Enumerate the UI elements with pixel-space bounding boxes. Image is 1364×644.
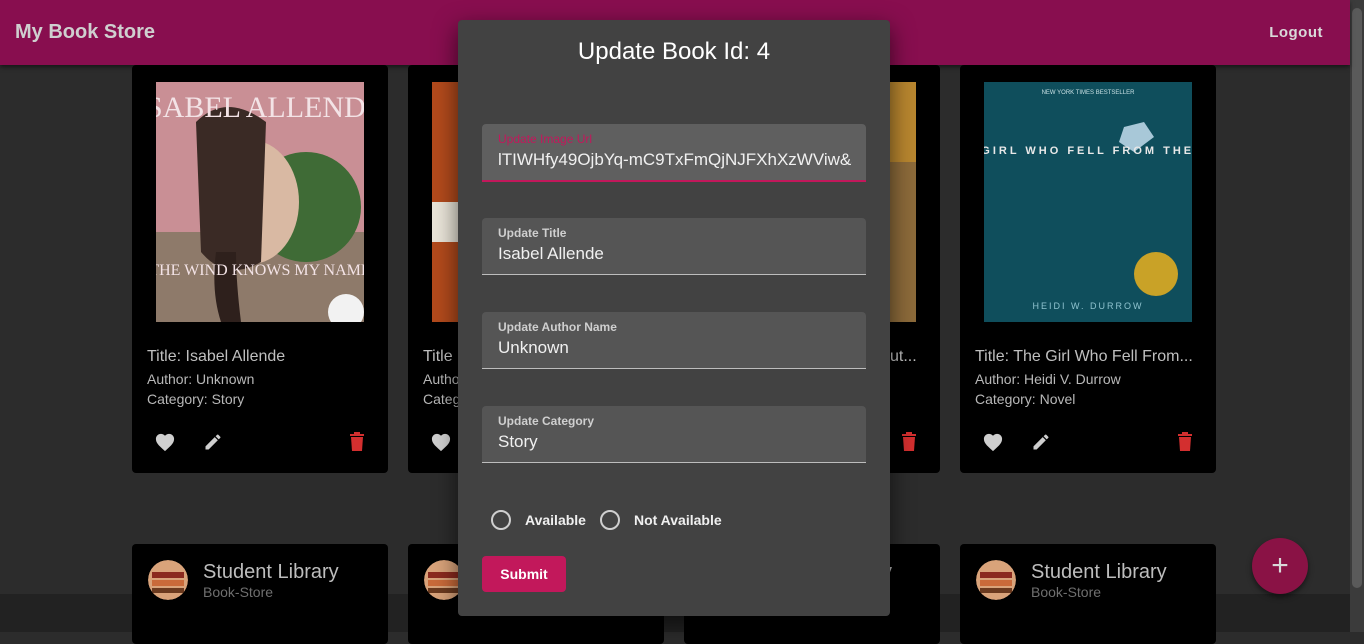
library-card[interactable]: Student Library Book-Store <box>960 544 1216 644</box>
book-category: Category: Novel <box>975 391 1076 407</box>
library-subtitle: Book-Store <box>203 584 274 600</box>
author-field[interactable]: Update Author Name Unknown <box>482 312 866 369</box>
not-available-radio[interactable] <box>599 510 620 530</box>
svg-text:THE WIND KNOWS MY NAME: THE WIND KNOWS MY NAME <box>156 262 364 279</box>
title-input[interactable]: Isabel Allende <box>498 244 852 264</box>
book-title: Title: The Girl Who Fell From... <box>975 348 1193 365</box>
logout-button[interactable]: Logout <box>1269 24 1323 41</box>
library-card[interactable]: Student Library Book-Store <box>132 544 388 644</box>
category-field[interactable]: Update Category Story <box>482 406 866 463</box>
availability-radio-group: Available Not Available <box>491 510 736 530</box>
category-input[interactable]: Story <box>498 432 852 452</box>
edit-pencil-icon[interactable] <box>200 429 226 455</box>
delete-trash-icon[interactable] <box>344 429 370 455</box>
app-title[interactable]: My Book Store <box>15 21 155 44</box>
book-category: Category: Story <box>147 391 245 407</box>
scrollbar-thumb[interactable] <box>1352 8 1362 588</box>
title-label: Update Title <box>498 226 567 240</box>
library-title: Student Library <box>1031 561 1167 583</box>
library-avatar <box>148 560 188 600</box>
book-category: Categ <box>423 391 461 407</box>
title-field[interactable]: Update Title Isabel Allende <box>482 218 866 275</box>
not-available-label[interactable]: Not Available <box>634 512 722 528</box>
image-url-input[interactable]: lTIWHfy49OjbYq-mC9TxFmQjNJFXhXzWViw&s <box>498 150 852 170</box>
book-cover-image: ISABEL ALLENDE THE WIND KNOWS MY NAME <box>156 82 364 322</box>
svg-text:ISABEL ALLENDE: ISABEL ALLENDE <box>156 91 364 124</box>
edit-pencil-icon[interactable] <box>1028 429 1054 455</box>
author-input[interactable]: Unknown <box>498 338 852 358</box>
image-url-label: Update Image Url <box>498 132 593 146</box>
book-title: Title: Isabel Allende <box>147 348 286 365</box>
book-card: NEW YORK TIMES BESTSELLER THE GIRL WHO F… <box>960 65 1216 473</box>
image-url-field[interactable]: Update Image Url lTIWHfy49OjbYq-mC9TxFmQ… <box>482 124 866 182</box>
book-author: Author: Heidi V. Durrow <box>975 371 1121 387</box>
book-card: ISABEL ALLENDE THE WIND KNOWS MY NAME Ti… <box>132 65 388 473</box>
favorite-heart-icon[interactable] <box>428 429 454 455</box>
submit-button[interactable]: Submit <box>482 556 566 592</box>
add-book-fab-button[interactable]: + <box>1252 538 1308 594</box>
svg-text:NEW YORK TIMES BESTSELLER: NEW YORK TIMES BESTSELLER <box>1042 90 1135 96</box>
category-label: Update Category <box>498 414 595 428</box>
update-book-dialog: Update Book Id: 4 Update Image Url lTIWH… <box>458 20 890 616</box>
delete-trash-icon[interactable] <box>896 429 922 455</box>
author-label: Update Author Name <box>498 320 617 334</box>
delete-trash-icon[interactable] <box>1172 429 1198 455</box>
favorite-heart-icon[interactable] <box>980 429 1006 455</box>
svg-text:THE GIRL WHO FELL FROM THE SKY: THE GIRL WHO FELL FROM THE SKY <box>984 145 1192 157</box>
library-avatar <box>976 560 1016 600</box>
book-author: Author: Unknown <box>147 371 255 387</box>
dialog-title: Update Book Id: 4 <box>577 38 771 65</box>
book-author: Autho <box>423 371 460 387</box>
svg-text:HEIDI W. DURROW: HEIDI W. DURROW <box>1033 301 1144 311</box>
book-title: ut... <box>890 348 917 365</box>
available-label[interactable]: Available <box>525 512 586 528</box>
book-cover-image: NEW YORK TIMES BESTSELLER THE GIRL WHO F… <box>984 82 1192 322</box>
available-radio[interactable] <box>491 510 511 530</box>
favorite-heart-icon[interactable] <box>152 429 178 455</box>
library-subtitle: Book-Store <box>1031 584 1102 600</box>
library-title: Student Library <box>203 561 339 583</box>
page-scrollbar[interactable] <box>1350 0 1364 632</box>
